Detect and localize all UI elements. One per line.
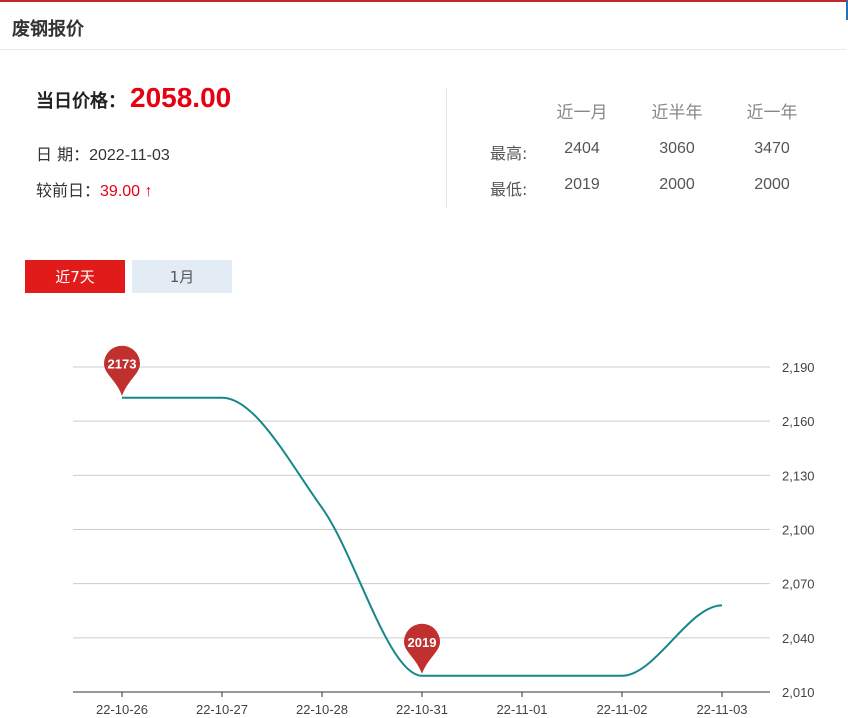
y-tick-label: 2,100 [782,523,815,538]
current-price-value: 2058.00 [130,82,232,113]
stats-cell: 2000 [754,176,790,193]
stats-cell: 2404 [564,140,600,157]
change-value: 39.00 ↑ [100,183,153,200]
marker-pin-label: 2019 [408,635,437,650]
x-tick-label: 22-11-03 [696,702,747,717]
range-tabs: 近7天 1月 [25,260,232,293]
stats-column-header: 近一年 [746,103,798,122]
change-row: 较前日：39.00 ↑ [36,177,153,201]
date-row: 日 期：2022-11-03 [36,141,170,165]
tab-1-month[interactable]: 1月 [132,260,232,293]
x-tick-label: 22-10-28 [296,702,348,717]
x-tick-label: 22-11-01 [496,702,547,717]
tab-7-days[interactable]: 近7天 [25,260,125,293]
change-label: 较前日： [36,181,101,200]
stats-cell: 2019 [564,176,600,193]
x-tick-label: 22-10-27 [196,702,248,717]
stats-cell: 2000 [659,176,695,193]
current-price-label: 当日价格： [36,91,126,112]
marker-pin-label: 2173 [108,357,137,372]
y-tick-label: 2,070 [782,577,815,592]
panel-header: 废钢报价 [0,2,846,50]
stats-column-header: 近半年 [651,103,703,122]
y-tick-label: 2,010 [782,685,815,700]
y-tick-label: 2,040 [782,631,815,646]
date-value: 2022-11-03 [89,147,170,164]
date-label: 日 期： [36,145,90,164]
y-tick-label: 2,160 [782,414,815,429]
stats-cell: 3470 [754,140,790,157]
y-tick-label: 2,130 [782,468,815,483]
stats-row-label: 最低: [490,180,528,199]
x-tick-label: 22-10-31 [396,702,448,717]
vertical-divider [446,88,447,208]
y-tick-label: 2,190 [782,360,815,375]
stats-column-header: 近一月 [556,103,608,122]
stats-cell: 3060 [659,140,695,157]
price-line-chart: 2,010 2,040 2,070 2,100 2,130 2,160 2,190 22-10… [73,345,815,717]
current-price: 当日价格： 2058.00 [36,82,231,118]
x-tick-label: 22-10-26 [96,702,148,717]
x-tick-label: 22-11-02 [596,702,647,717]
stats-row-label: 最高: [490,144,528,163]
panel-title: 废钢报价 [12,19,84,40]
